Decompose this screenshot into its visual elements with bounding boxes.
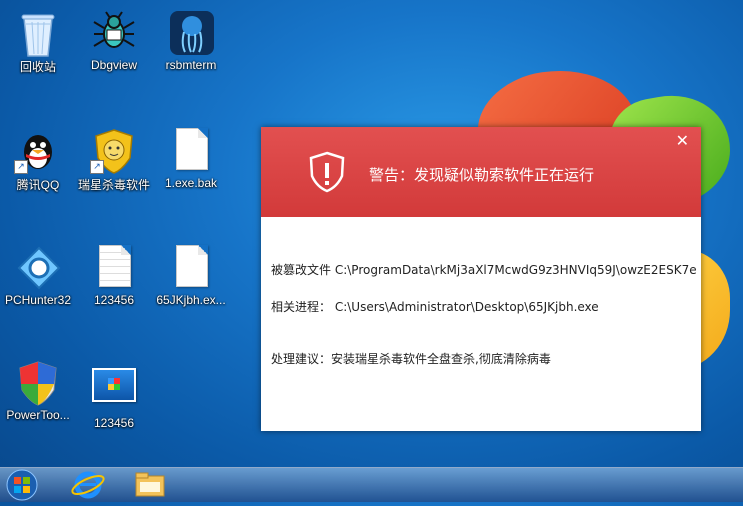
qq-penguin-icon: ↗ bbox=[14, 128, 60, 174]
recycle-bin-icon bbox=[16, 10, 60, 57]
process-row: 相关进程： C:\Users\Administrator\Desktop\65J… bbox=[271, 298, 691, 315]
desktop-icon-label: 123456 bbox=[93, 293, 135, 307]
desktop-icon-label: PowerToo... bbox=[6, 408, 70, 422]
shortcut-arrow-icon: ↗ bbox=[14, 160, 28, 174]
desktop-icon-label: 1.exe.bak bbox=[164, 176, 218, 190]
desktop-icon-label: rsbmterm bbox=[165, 58, 217, 72]
dialog-body: 被篡改文件 C:\ProgramData\rkMj3aXl7McwdG9z3HN… bbox=[261, 217, 701, 387]
blank-file-icon bbox=[169, 128, 213, 172]
shortcut-arrow-icon: ↗ bbox=[90, 160, 104, 174]
modified-file-row: 被篡改文件 C:\ProgramData\rkMj3aXl7McwdG9z3HN… bbox=[271, 261, 697, 278]
windows-explorer-icon[interactable] bbox=[130, 470, 170, 500]
ransomware-alert-dialog: ✕ 警告：发现疑似勒索软件正在运行 被篡改文件 C:\ProgramData\r… bbox=[261, 127, 701, 431]
desktop-icon-powertools[interactable]: PowerToo... bbox=[0, 360, 78, 422]
desktop-icon-label: 瑞星杀毒软件 bbox=[77, 178, 150, 192]
dialog-header: ✕ 警告：发现疑似勒索软件正在运行 bbox=[261, 127, 701, 217]
desktop-icon-qq[interactable]: ↗ 腾讯QQ bbox=[0, 128, 78, 193]
desktop-icon-label: Dbgview bbox=[90, 58, 138, 72]
advice-text: 处理建议：安装瑞星杀毒软件全盘查杀,彻底清除病毒 bbox=[271, 352, 551, 366]
desktop-icon-label: 65JKjbh.ex... bbox=[156, 293, 226, 307]
desktop-icon-123456-text[interactable]: 123456 bbox=[74, 245, 154, 307]
blank-file-icon bbox=[169, 245, 213, 289]
modified-file-path: C:\ProgramData\rkMj3aXl7McwdG9z3HNVIq59J… bbox=[334, 263, 697, 277]
desktop-icon-label: 回收站 bbox=[19, 60, 56, 74]
rsbmterm-icon bbox=[169, 10, 214, 55]
pchunter-icon bbox=[16, 245, 61, 290]
taskbar bbox=[0, 467, 743, 502]
bug-icon bbox=[92, 10, 136, 54]
desktop-icon-label: PCHunter32 bbox=[4, 293, 72, 307]
powertools-shield-icon bbox=[16, 360, 60, 406]
process-label: 相关进程： bbox=[271, 300, 332, 314]
desktop-icon-label: 腾讯QQ bbox=[16, 178, 60, 192]
desktop-icon-recycle-bin[interactable]: 回收站 bbox=[0, 10, 78, 75]
desktop-icon-65jkjbh-exe[interactable]: 65JKjbh.ex... bbox=[151, 245, 231, 307]
start-orb-icon[interactable] bbox=[2, 468, 42, 502]
process-path: C:\Users\Administrator\Desktop\65JKjbh.e… bbox=[334, 300, 599, 314]
desktop-icon-1-exe-bak[interactable]: 1.exe.bak bbox=[151, 128, 231, 190]
desktop-icon-123456-image[interactable]: 123456 bbox=[74, 360, 154, 430]
desktop-icon-rsbmterm[interactable]: rsbmterm bbox=[151, 10, 231, 72]
desktop-icon-pchunter32[interactable]: PCHunter32 bbox=[0, 245, 78, 307]
desktop-icon-rising-antivirus[interactable]: ↗ 瑞星杀毒软件 bbox=[74, 128, 154, 193]
image-file-icon bbox=[92, 368, 136, 412]
desktop-icon-label: 123456 bbox=[93, 416, 135, 430]
modified-file-label: 被篡改文件 bbox=[271, 263, 332, 277]
internet-explorer-icon[interactable] bbox=[68, 470, 108, 500]
rising-lion-shield-icon: ↗ bbox=[90, 128, 136, 174]
dialog-title: 警告：发现疑似勒索软件正在运行 bbox=[369, 166, 595, 184]
desktop-icon-dbgview[interactable]: Dbgview bbox=[74, 10, 154, 72]
close-icon[interactable]: ✕ bbox=[676, 131, 689, 150]
warning-shield-icon bbox=[309, 151, 345, 193]
text-file-icon bbox=[92, 245, 136, 289]
